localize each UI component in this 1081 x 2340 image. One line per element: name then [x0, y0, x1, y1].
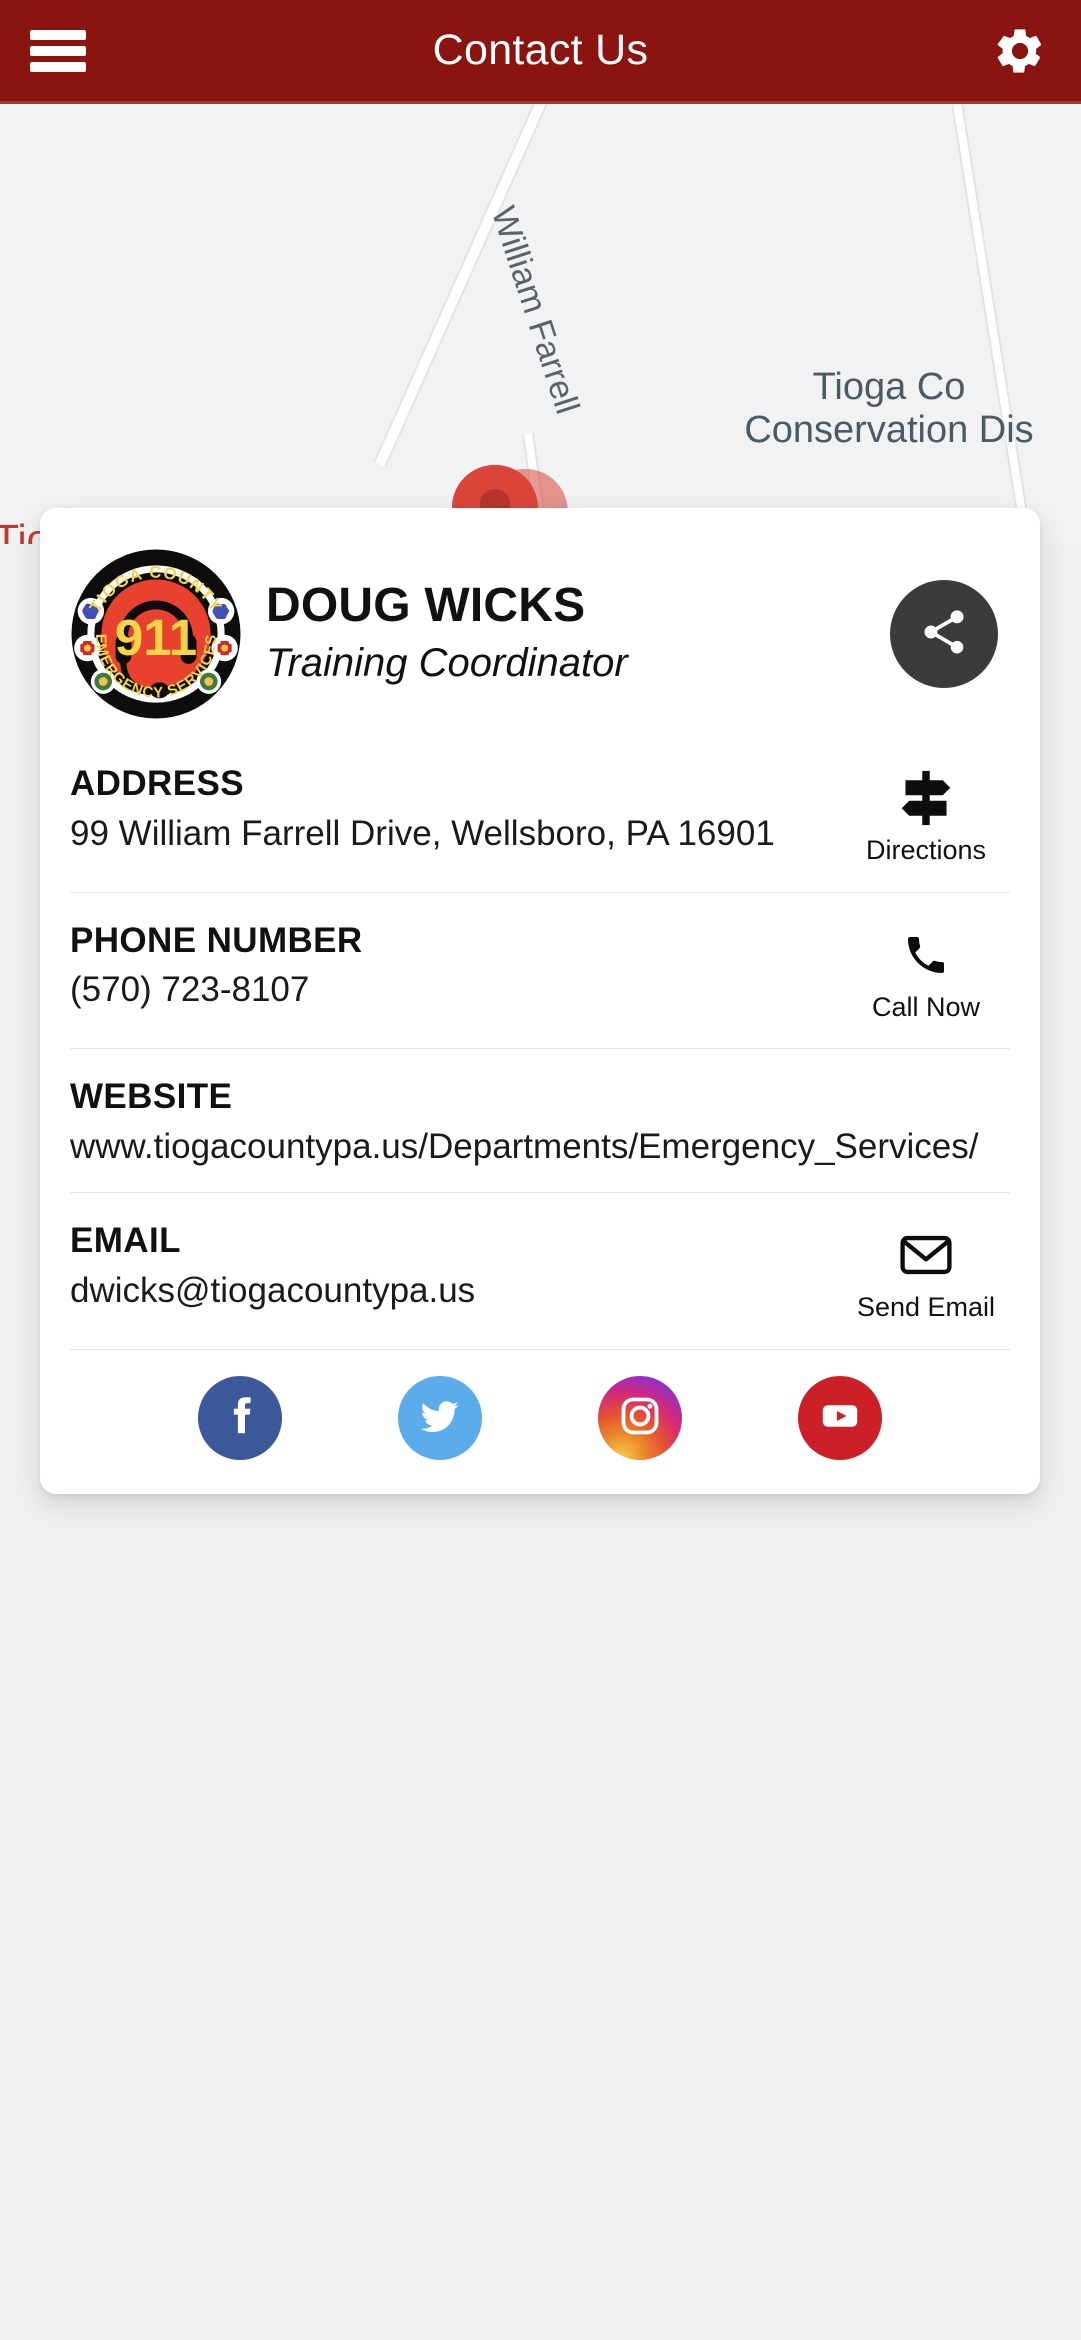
website-label: WEBSITE	[70, 1077, 233, 1117]
share-button[interactable]	[890, 580, 998, 688]
contact-job-title: Training Coordinator	[266, 640, 628, 685]
facebook-icon	[217, 1393, 263, 1444]
map-poi-label: Tioga Co Conservation Dis	[679, 366, 1081, 451]
svg-text:911: 911	[115, 609, 197, 666]
info-row-phone: PHONE NUMBER (570) 723-8107 Call Now	[70, 891, 1010, 1049]
phone-text: PHONE NUMBER (570) 723-8107	[70, 919, 842, 1014]
contact-card-header: 911 TIOGA COUNTY EMERGENCY SERVICES DOUG…	[40, 508, 1040, 756]
send-email-label: Send Email	[856, 1292, 996, 1323]
twitter-button[interactable]	[398, 1376, 482, 1460]
address-value: 99 William Farrell Drive, Wellsboro, PA …	[70, 813, 775, 853]
hamburger-bar	[30, 29, 86, 40]
contact-us-screen: Contact Us William Farrell Tioga Co Cons…	[0, 0, 1081, 2340]
map-road-label: William Farrell	[483, 202, 587, 419]
map-view[interactable]: William Farrell Tioga Co Conservation Di…	[0, 104, 1081, 544]
call-now-label: Call Now	[871, 991, 981, 1022]
hamburger-bar	[30, 45, 86, 56]
facebook-button[interactable]	[198, 1376, 282, 1460]
phone-label: PHONE NUMBER	[70, 920, 363, 960]
twitter-icon	[417, 1393, 463, 1444]
social-links	[70, 1349, 1010, 1494]
contact-name: DOUG WICKS	[266, 579, 586, 633]
organization-logo: 911 TIOGA COUNTY EMERGENCY SERVICES	[68, 546, 244, 722]
send-email-button[interactable]: Send Email	[842, 1219, 1010, 1323]
info-row-website: WEBSITE www.tiogacountypa.us/Departments…	[70, 1048, 1010, 1192]
email-text: EMAIL dwicks@tiogacountypa.us	[70, 1219, 842, 1314]
directions-label: Directions	[865, 835, 987, 865]
youtube-button[interactable]	[798, 1376, 882, 1460]
address-label: ADDRESS	[70, 764, 244, 803]
phone-icon	[842, 925, 1010, 985]
page-title: Contact Us	[432, 26, 649, 74]
app-header: Contact Us	[0, 0, 1081, 104]
website-text: WEBSITE www.tiogacountypa.us/Departments…	[70, 1075, 1010, 1170]
gear-icon[interactable]	[993, 24, 1047, 78]
map-poi-label-line2: Conservation Dis	[744, 408, 1034, 451]
map-poi-label-line1: Tioga Co	[812, 366, 966, 408]
website-value[interactable]: www.tiogacountypa.us/Departments/Emergen…	[70, 1124, 996, 1170]
instagram-button[interactable]	[598, 1376, 682, 1460]
share-icon	[918, 606, 970, 663]
phone-value: (570) 723-8107	[70, 970, 310, 1010]
info-row-email: EMAIL dwicks@tiogacountypa.us Send Email	[70, 1192, 1010, 1349]
contact-identity: DOUG WICKS Training Coordinator	[244, 580, 890, 688]
info-row-address: ADDRESS 99 William Farrell Drive, Wellsb…	[70, 756, 1010, 892]
envelope-icon	[842, 1225, 1010, 1285]
youtube-icon	[817, 1393, 863, 1444]
directions-button[interactable]: Directions	[842, 762, 1010, 866]
signpost-icon	[842, 768, 1010, 828]
email-label: EMAIL	[70, 1221, 181, 1261]
contact-card: 911 TIOGA COUNTY EMERGENCY SERVICES DOUG…	[40, 508, 1040, 1494]
hamburger-bar	[30, 61, 86, 72]
address-text: ADDRESS 99 William Farrell Drive, Wellsb…	[70, 762, 842, 857]
instagram-icon	[617, 1393, 663, 1444]
hamburger-menu-icon[interactable]	[30, 29, 86, 72]
call-now-button[interactable]: Call Now	[842, 919, 1010, 1023]
email-value: dwicks@tiogacountypa.us	[70, 1271, 476, 1311]
